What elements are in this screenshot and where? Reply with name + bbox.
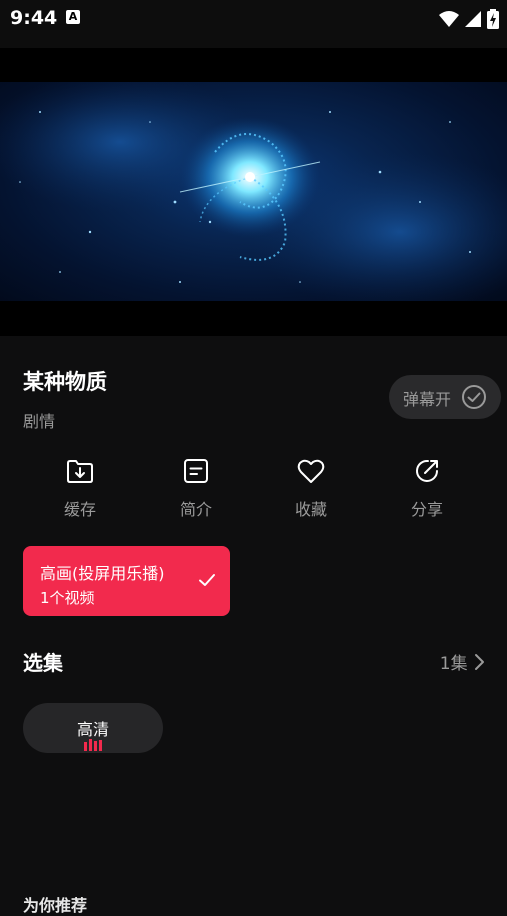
- intro-label: 简介: [179, 500, 212, 519]
- galaxy-artwork: [0, 82, 507, 301]
- share-icon: [416, 459, 438, 482]
- share-label: 分享: [410, 500, 443, 519]
- video-thumbnail[interactable]: [0, 82, 507, 301]
- chevron-right-icon: [475, 653, 484, 670]
- cache-label: 缓存: [63, 500, 96, 519]
- video-genre: 剧情: [23, 412, 56, 431]
- action-bar: 缓存 简介 收藏 分享: [0, 456, 507, 526]
- check-circle-icon: [462, 385, 486, 409]
- notification-icon: A: [66, 10, 80, 24]
- download-folder-icon: [67, 460, 93, 483]
- episodes-more-link[interactable]: 1集: [440, 649, 485, 674]
- battery-icon: [487, 8, 499, 29]
- cellular-signal-icon: [464, 10, 481, 27]
- episode-label: 高清: [76, 720, 109, 739]
- video-player[interactable]: [0, 48, 507, 336]
- danmu-toggle-button[interactable]: 弹幕开: [389, 375, 501, 419]
- source-subtitle: 1个视频: [40, 589, 95, 607]
- heart-icon: [297, 459, 325, 483]
- episodes-count: 1集: [439, 654, 468, 674]
- video-title: 某种物质: [23, 370, 107, 394]
- cache-button[interactable]: 缓存: [45, 456, 115, 520]
- danmu-toggle-label: 弹幕开: [403, 390, 452, 409]
- check-icon: [199, 574, 215, 586]
- wifi-icon: [438, 10, 459, 27]
- favorite-button[interactable]: 收藏: [276, 456, 346, 520]
- system-icons: [438, 8, 499, 29]
- playing-bars-icon: [84, 739, 102, 751]
- status-time: 9:44: [10, 7, 58, 29]
- document-icon: [184, 459, 208, 483]
- share-button[interactable]: 分享: [392, 456, 462, 520]
- source-title: 高画(投屏用乐播): [40, 564, 165, 583]
- episode-chip[interactable]: 高清: [23, 703, 163, 753]
- intro-button[interactable]: 简介: [161, 456, 231, 520]
- status-bar: 9:44 A: [0, 0, 507, 48]
- episodes-heading: 选集: [23, 651, 63, 675]
- favorite-label: 收藏: [294, 500, 327, 519]
- source-selector-card[interactable]: 高画(投屏用乐播) 1个视频: [23, 546, 230, 616]
- recommend-heading: 为你推荐: [23, 896, 88, 915]
